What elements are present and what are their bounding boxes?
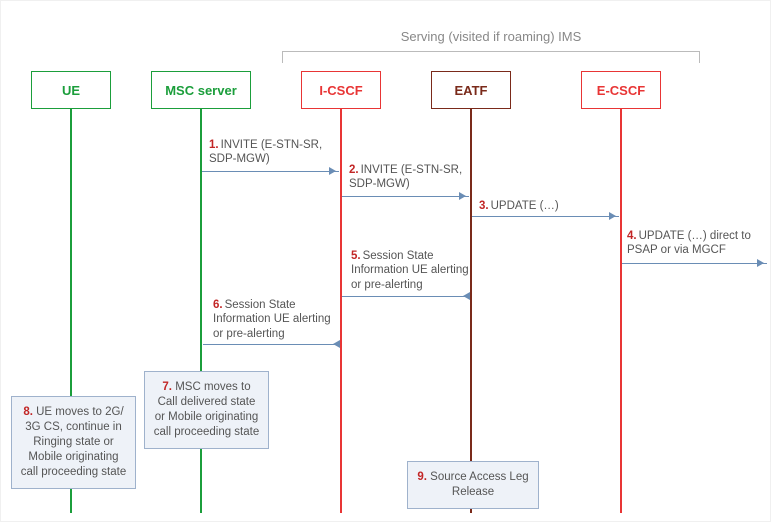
msg-2-num: 2. [349,164,359,176]
msg-1: 1.INVITE (E-STN-SR, SDP-MGW) [209,138,339,167]
arrow-3 [472,216,619,217]
group-label: Serving (visited if roaming) IMS [301,29,681,44]
note-9-num: 9. [417,471,427,483]
note-9-text: Source Access Leg Release [430,471,528,498]
note-7: 7. MSC moves to Call delivered state or … [144,371,269,449]
msg-3-text: UPDATE (…) [491,200,559,212]
lifeline-ecscf [620,109,622,513]
msg-5: 5.Session State Information UE alerting … [351,249,471,292]
msg-5-num: 5. [351,250,361,262]
msg-4-text: UPDATE (…) direct to PSAP or via MGCF [627,230,751,256]
msg-1-text: INVITE (E-STN-SR, SDP-MGW) [209,139,322,165]
actor-msc-label: MSC server [165,83,237,98]
msg-4-num: 4. [627,230,637,242]
note-8: 8. UE moves to 2G/ 3G CS, continue in Ri… [11,396,136,489]
lifeline-icscf [340,109,342,513]
msg-6-text: Session State Information UE alerting or… [213,299,331,340]
lifeline-msc [200,109,202,513]
arrow-4 [622,263,767,264]
arrow-2 [342,196,469,197]
note-7-num: 7. [162,381,172,393]
msg-1-num: 1. [209,139,219,151]
arrow-6 [203,344,339,345]
actor-ecscf: E-CSCF [581,71,661,109]
actor-msc: MSC server [151,71,251,109]
msg-6: 6.Session State Information UE alerting … [213,298,338,341]
actor-eatf-label: EATF [455,83,488,98]
msg-3-num: 3. [479,200,489,212]
note-8-num: 8. [23,406,33,418]
actor-ue-label: UE [62,83,80,98]
actor-ecscf-label: E-CSCF [597,83,645,98]
group-bracket [282,51,700,63]
msg-3: 3.UPDATE (…) [479,199,619,213]
arrow-5 [342,296,469,297]
arrow-1 [202,171,339,172]
actor-icscf-label: I-CSCF [319,83,362,98]
msg-4: 4.UPDATE (…) direct to PSAP or via MGCF [627,229,767,258]
note-9: 9. Source Access Leg Release [407,461,539,509]
msg-2-text: INVITE (E-STN-SR, SDP-MGW) [349,164,462,190]
actor-eatf: EATF [431,71,511,109]
msg-5-text: Session State Information UE alerting or… [351,250,469,291]
msg-2: 2.INVITE (E-STN-SR, SDP-MGW) [349,163,474,192]
note-8-text: UE moves to 2G/ 3G CS, continue in Ringi… [21,406,126,478]
msg-6-num: 6. [213,299,223,311]
actor-ue: UE [31,71,111,109]
actor-icscf: I-CSCF [301,71,381,109]
